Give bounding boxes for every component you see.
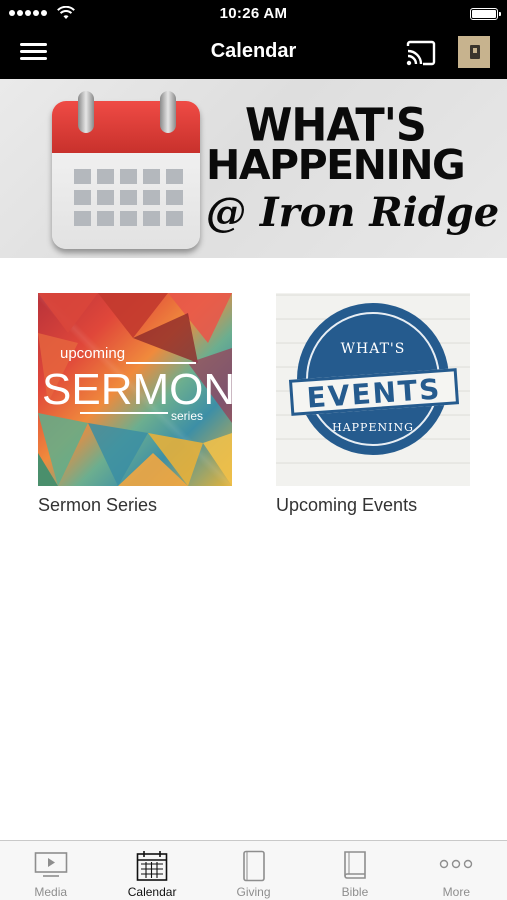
sermon-series-label: Sermon Series [38, 495, 158, 515]
tab-bible-label: Bible [341, 885, 369, 899]
tab-calendar[interactable]: Calendar [101, 841, 202, 900]
upcoming-events-thumbnail: WHAT'S EVENTS HAPPENING [276, 293, 470, 486]
tab-more-label: More [442, 885, 470, 899]
banner-headline-happening: HAPPENING [206, 141, 466, 189]
banner-headline-iron-ridge: @ Iron Ridge [206, 189, 500, 236]
tab-media-label: Media [34, 885, 68, 899]
bottom-tab-bar: Media Calendar Giving Bible More [0, 840, 507, 900]
upcoming-events-label: Upcoming Events [276, 495, 418, 515]
tab-bible[interactable]: Bible [304, 841, 405, 900]
more-icon [440, 859, 473, 869]
cast-icon[interactable] [405, 40, 437, 66]
church-app-icon[interactable] [458, 36, 490, 68]
calendar-icon [136, 851, 168, 881]
tab-giving-label: Giving [236, 885, 271, 899]
tab-giving[interactable]: Giving [203, 841, 304, 900]
sermon-thumb-series-text: series [171, 409, 204, 423]
whats-happening-banner: WHAT'S HAPPENING @ Iron Ridge [0, 79, 507, 258]
navigation-bar: Calendar [0, 26, 507, 79]
tab-media[interactable]: Media [0, 841, 101, 900]
sermon-thumb-main-text: SERMON [42, 365, 232, 414]
tab-calendar-label: Calendar [127, 885, 177, 899]
events-thumb-happening-text: HAPPENING [332, 421, 414, 434]
status-bar: 10:26 AM [0, 0, 507, 26]
calendar-graphic-icon [52, 91, 202, 251]
tab-more[interactable]: More [406, 841, 507, 900]
giving-icon [242, 850, 265, 882]
sermon-series-thumbnail: upcoming SERMON series [38, 293, 232, 486]
hamburger-menu-icon[interactable] [20, 40, 48, 64]
sermon-series-tile[interactable]: upcoming SERMON series Sermon Series [38, 293, 232, 516]
events-thumb-whats-text: WHAT'S [340, 341, 406, 357]
upcoming-events-tile[interactable]: WHAT'S EVENTS HAPPENING Upcoming Events [276, 293, 470, 516]
status-time: 10:26 AM [219, 5, 288, 22]
bible-icon [344, 851, 366, 879]
battery-icon [470, 8, 501, 20]
media-icon [34, 852, 68, 877]
sermon-thumb-upcoming-text: upcoming [60, 345, 126, 362]
